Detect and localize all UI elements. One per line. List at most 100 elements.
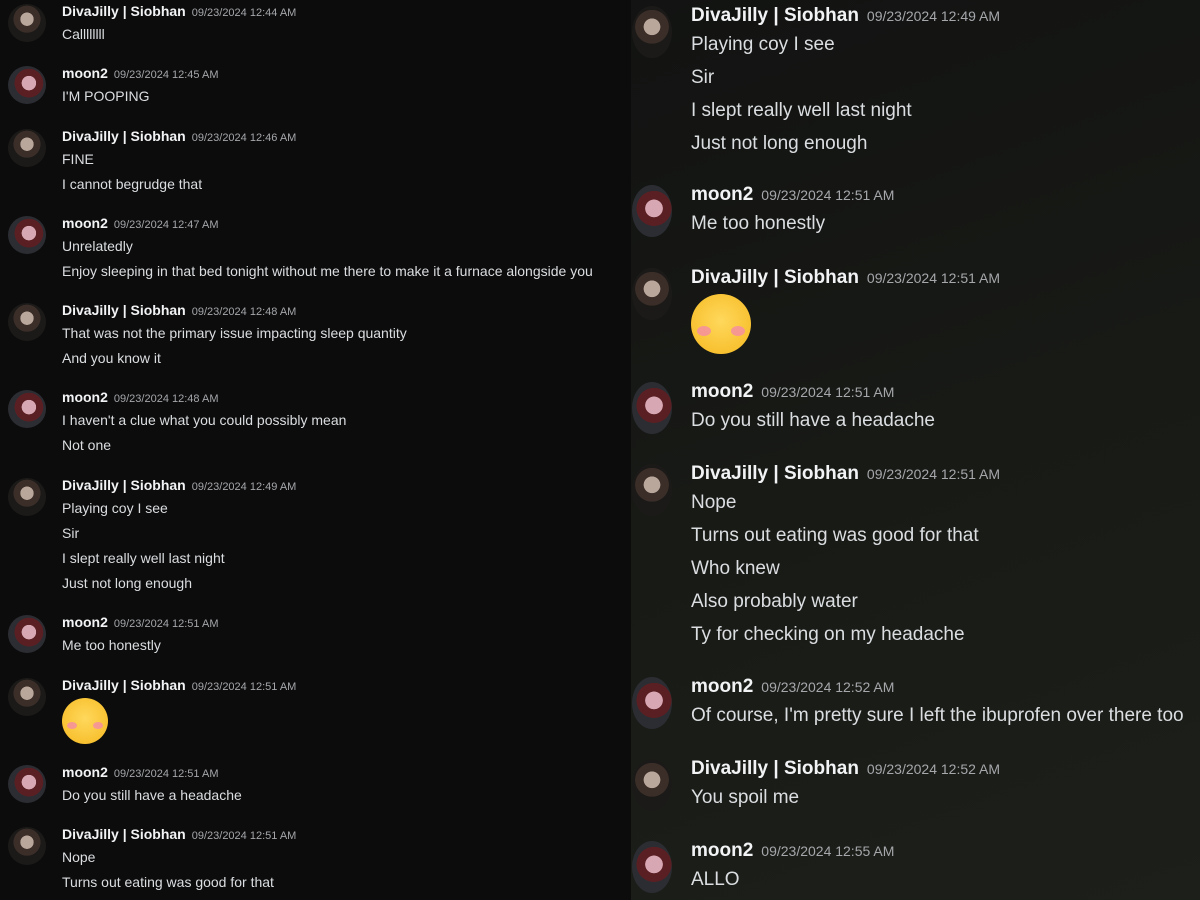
message-body: DivaJilly | Siobhan 09/23/2024 12:49 AM Pl… <box>62 476 296 596</box>
avatar[interactable] <box>632 464 672 516</box>
message-header: moon2 09/23/2024 12:48 AM <box>62 388 346 408</box>
author-name[interactable]: DivaJilly | Siobhan <box>62 826 186 842</box>
message-text: You spoil me <box>691 787 800 808</box>
message-text: Callllllll <box>62 26 105 42</box>
author-name[interactable]: moon2 <box>62 614 108 630</box>
message-text: Just not long enough <box>691 133 868 154</box>
author-name[interactable]: DivaJilly | Siobhan <box>691 267 859 288</box>
avatar[interactable] <box>632 759 672 811</box>
timestamp: 09/23/2024 12:48 AM <box>113 393 219 405</box>
avatar[interactable] <box>8 216 46 254</box>
timestamp: 09/23/2024 12:51 AM <box>866 466 1001 482</box>
avatar[interactable] <box>632 268 672 320</box>
message-body: DivaJilly | Siobhan 09/23/2024 12:51 AM <box>62 676 296 749</box>
message-body: moon2 09/23/2024 12:47 AM Unrelatedly Enjoy… <box>62 214 593 284</box>
timestamp: 09/23/2024 12:49 AM <box>191 481 297 493</box>
message-text: Unrelatedly <box>62 238 133 254</box>
timestamp: 09/23/2024 12:44 AM <box>191 7 297 19</box>
message-text: FINE <box>62 151 94 167</box>
message-text: Do you still have a headache <box>691 410 935 431</box>
smiling-face-emoji-icon <box>62 698 108 744</box>
message-text: Me too honestly <box>62 637 161 653</box>
author-name[interactable]: DivaJilly | Siobhan <box>691 463 859 484</box>
timestamp: 09/23/2024 12:52 AM <box>761 679 895 695</box>
avatar[interactable] <box>8 827 46 865</box>
message-text: Ty for checking on my headache <box>691 624 965 645</box>
avatar[interactable] <box>8 303 46 341</box>
timestamp: 09/23/2024 12:52 AM <box>866 761 1001 777</box>
author-name[interactable]: DivaJilly | Siobhan <box>691 5 859 26</box>
timestamp: 09/23/2024 12:51 AM <box>113 618 219 630</box>
message-body: moon2 09/23/2024 12:51 AM Do you still hav… <box>62 763 242 808</box>
message-text: I'M POOPING <box>62 88 150 104</box>
message-body: DivaJilly | Siobhan 09/23/2024 12:52 AM Yo… <box>691 757 1000 814</box>
message-text: And you know it <box>62 350 161 366</box>
message-header: DivaJilly | Siobhan 09/23/2024 12:51 AM <box>691 462 1000 486</box>
message-text: I cannot begrudge that <box>62 176 203 192</box>
author-name[interactable]: DivaJilly | Siobhan <box>62 3 186 19</box>
avatar[interactable] <box>632 185 672 237</box>
message-header: moon2 09/23/2024 12:51 AM <box>62 613 218 633</box>
avatar[interactable] <box>632 841 672 893</box>
message-header: DivaJilly | Siobhan 09/23/2024 12:49 AM <box>691 4 1000 28</box>
avatar[interactable] <box>8 678 46 716</box>
message-text: Who knew <box>62 895 296 900</box>
avatar[interactable] <box>632 677 672 729</box>
author-name[interactable]: DivaJilly | Siobhan <box>691 758 859 779</box>
message-text: Me too honestly <box>691 213 826 234</box>
avatar[interactable] <box>8 4 46 42</box>
author-name[interactable]: moon2 <box>62 764 108 780</box>
message-body: moon2 09/23/2024 12:55 AM ALLO <box>691 839 894 896</box>
message-text: Just not long enough <box>62 575 192 591</box>
message-header: moon2 09/23/2024 12:51 AM <box>62 763 242 783</box>
message-text: Turns out eating was good for that <box>691 525 979 546</box>
message-body: DivaJilly | Siobhan 09/23/2024 12:44 AM Ca… <box>62 2 296 47</box>
message-text: Not one <box>62 437 112 453</box>
message-body: moon2 09/23/2024 12:51 AM Me too honestly <box>62 613 218 658</box>
author-name[interactable]: DivaJilly | Siobhan <box>62 677 186 693</box>
author-name[interactable]: moon2 <box>62 215 108 231</box>
message-body: moon2 09/23/2024 12:48 AM I haven't a clue… <box>62 388 346 458</box>
message-text: That was not the primary issue impacting… <box>62 325 407 341</box>
message-text: Nope <box>691 492 737 513</box>
message-header: DivaJilly | Siobhan 09/23/2024 12:49 AM <box>62 476 296 496</box>
avatar[interactable] <box>632 6 672 58</box>
message-body: moon2 09/23/2024 12:51 AM Me too honestly <box>691 183 894 240</box>
author-name[interactable]: moon2 <box>691 184 753 205</box>
avatar[interactable] <box>8 129 46 167</box>
avatar[interactable] <box>8 615 46 653</box>
message-body: moon2 09/23/2024 12:52 AM Of course, I'm p… <box>691 675 1184 732</box>
message-header: moon2 09/23/2024 12:45 AM <box>62 64 218 84</box>
message-header: moon2 09/23/2024 12:55 AM <box>691 839 894 863</box>
message-header: DivaJilly | Siobhan 09/23/2024 12:44 AM <box>62 2 296 22</box>
message-header: DivaJilly | Siobhan 09/23/2024 12:46 AM <box>62 127 296 147</box>
avatar[interactable] <box>8 478 46 516</box>
message-body: DivaJilly | Siobhan 09/23/2024 12:46 AM FI… <box>62 127 296 197</box>
author-name[interactable]: DivaJilly | Siobhan <box>62 302 186 318</box>
avatar[interactable] <box>8 390 46 428</box>
author-name[interactable]: moon2 <box>691 840 753 861</box>
avatar[interactable] <box>8 765 46 803</box>
author-name[interactable]: moon2 <box>691 381 753 402</box>
message-header: DivaJilly | Siobhan 09/23/2024 12:52 AM <box>691 757 1000 781</box>
timestamp: 09/23/2024 12:55 AM <box>761 843 895 859</box>
message-body: moon2 09/23/2024 12:51 AM Do you still hav… <box>691 380 935 437</box>
chat-panel-right: DivaJilly | Siobhan 09/23/2024 12:49 AM Pl… <box>631 0 1200 900</box>
author-name[interactable]: DivaJilly | Siobhan <box>62 477 186 493</box>
avatar[interactable] <box>8 66 46 104</box>
timestamp: 09/23/2024 12:49 AM <box>866 8 1001 24</box>
message-header: DivaJilly | Siobhan 09/23/2024 12:48 AM <box>62 301 407 321</box>
author-name[interactable]: moon2 <box>62 389 108 405</box>
message-body: DivaJilly | Siobhan 09/23/2024 12:51 AM <box>691 266 1000 359</box>
author-name[interactable]: moon2 <box>62 65 108 81</box>
message-text: Sir <box>691 67 715 88</box>
timestamp: 09/23/2024 12:48 AM <box>191 306 297 318</box>
author-name[interactable]: DivaJilly | Siobhan <box>62 128 186 144</box>
message-text: Sir <box>62 525 80 541</box>
message-text: Turns out eating was good for that <box>62 874 274 890</box>
author-name[interactable]: moon2 <box>691 676 753 697</box>
avatar[interactable] <box>632 382 672 434</box>
message-text: ALLO <box>691 869 740 890</box>
message-header: moon2 09/23/2024 12:47 AM <box>62 214 593 234</box>
message-text: Do you still have a headache <box>62 787 242 803</box>
